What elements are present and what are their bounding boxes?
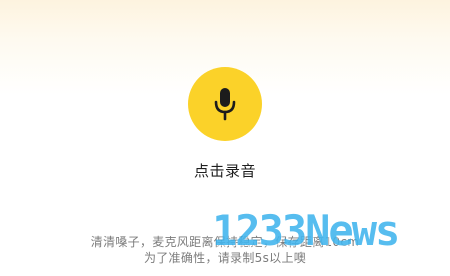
microphone-icon [214,87,236,121]
record-label: 点击录音 [193,162,256,180]
voice-record-screen: 点击录音 清清嗓子，麦克风距离保持稳定，保存距离10cm 为了准确性，请录制5s… [0,0,450,276]
instruction-line-1: 清清嗓子，麦克风距离保持稳定，保存距离10cm [90,235,360,249]
record-button[interactable] [188,67,262,141]
instruction-line-2: 为了准确性，请录制5s以上噢 [143,251,307,265]
